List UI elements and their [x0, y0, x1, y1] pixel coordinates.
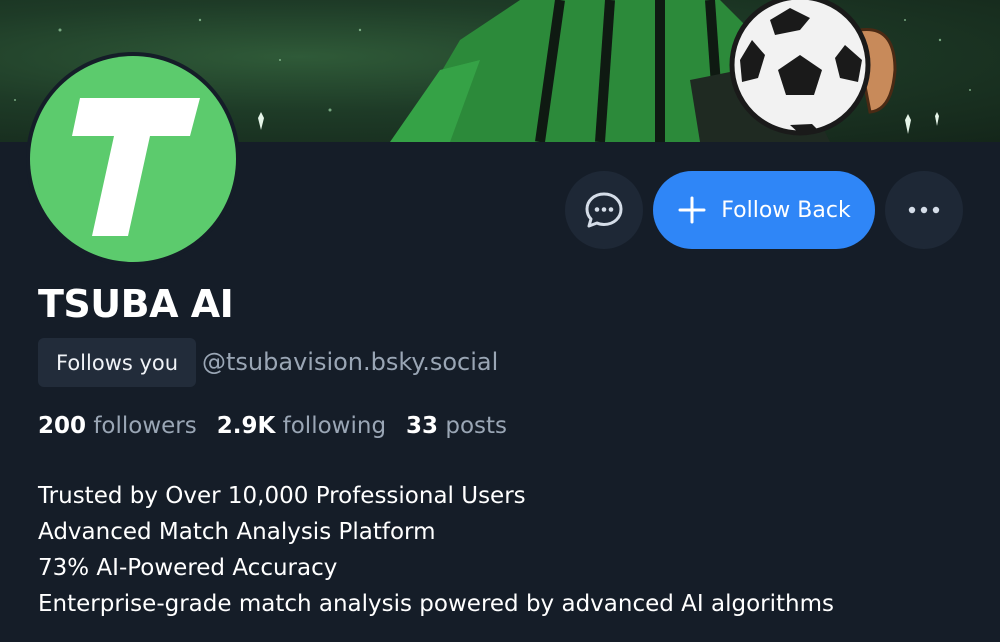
profile-stats: 200 followers 2.9K following 33 posts [38, 413, 507, 439]
avatar[interactable] [26, 52, 240, 266]
following-stat[interactable]: 2.9K following [217, 413, 386, 439]
profile-page: Follow Back TSUBA AI Follows you @tsubav… [0, 0, 1000, 642]
bio-line: 73% AI-Powered Accuracy [38, 555, 338, 581]
profile-bio: Trusted by Over 10,000 Professional User… [38, 478, 834, 622]
following-count: 2.9K [216, 413, 276, 439]
display-name: TSUBA AI [38, 282, 234, 326]
bio-line: Advanced Match Analysis Platform [38, 519, 436, 545]
following-label: following [282, 413, 387, 439]
bio-line: Enterprise-grade match analysis powered … [38, 591, 834, 617]
follows-you-badge: Follows you [38, 338, 197, 387]
follow-back-label: Follow Back [721, 197, 851, 223]
bio-line: Trusted by Over 10,000 Professional User… [38, 483, 526, 509]
follow-back-button[interactable]: Follow Back [653, 171, 875, 249]
handle[interactable]: @tsubavision.bsky.social [202, 348, 498, 376]
followers-stat[interactable]: 200 followers [38, 413, 197, 439]
plus-icon [678, 196, 706, 224]
t-logo-icon [72, 98, 200, 236]
followers-count: 200 [38, 413, 87, 439]
posts-stat: 33 posts [406, 413, 507, 439]
chat-bubble-icon [585, 192, 623, 228]
message-button[interactable] [565, 171, 643, 249]
posts-count: 33 [406, 413, 439, 439]
ellipsis-icon [908, 206, 940, 214]
posts-label: posts [445, 413, 508, 439]
followers-label: followers [93, 413, 197, 439]
avatar-image [30, 56, 236, 262]
more-options-button[interactable] [885, 171, 963, 249]
